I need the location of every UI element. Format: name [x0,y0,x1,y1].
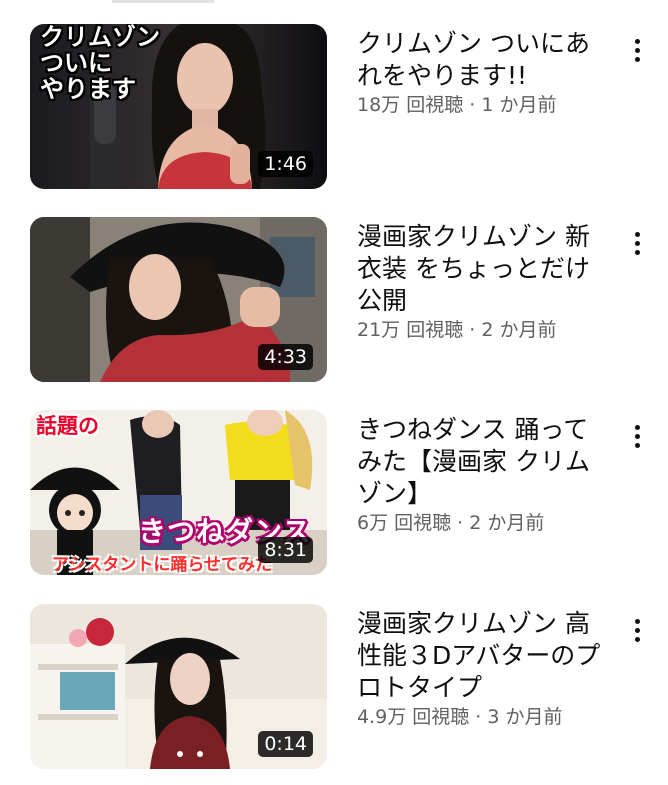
video-meta-3: 6万 回視聴 · 2 か月前 [357,512,545,534]
duration-badge-2: 4:33 [258,344,313,370]
video-meta-4: 4.9万 回視聴 · 3 か月前 [357,706,563,728]
more-vert-icon[interactable] [623,416,651,456]
more-vert-icon[interactable] [623,610,651,650]
video-meta-2: 21万 回視聴 · 2 か月前 [357,319,557,341]
video-info-4: 漫画家クリムゾン 高性能３Dアバターのプロトタイプ 4.9万 回視聴 · 3 か… [357,608,602,730]
video-item-1[interactable]: クリムゾン ついに やります 1:46 クリムゾン ついにあれをやります!! 1… [0,24,668,194]
video-thumbnail-2[interactable]: 4:33 [30,217,327,382]
video-info-1: クリムゾン ついにあれをやります!! 18万 回視聴 · 1 か月前 [357,28,602,118]
video-thumbnail-3[interactable]: 話題の きつねダンス アシスタントに踊らせてみた 8:31 [30,410,327,575]
thumbnail-subtitle-3: アシスタントに踊らせてみた [52,555,272,575]
video-title-3[interactable]: きつねダンス 踊ってみた【漫画家 クリムゾン】 [357,414,602,510]
video-info-2: 漫画家クリムゾン 新衣装 をちょっとだけ公開 21万 回視聴 · 2 か月前 [357,221,602,343]
duration-badge-3: 8:31 [258,537,313,563]
thumbnail-tag-3: 話題の [36,414,99,438]
video-thumbnail-1[interactable]: クリムゾン ついに やります 1:46 [30,24,327,189]
video-title-1[interactable]: クリムゾン ついにあれをやります!! [357,28,602,92]
video-title-2[interactable]: 漫画家クリムゾン 新衣装 をちょっとだけ公開 [357,221,602,317]
video-item-3[interactable]: 話題の きつねダンス アシスタントに踊らせてみた 8:31 きつねダンス 踊って… [0,410,668,580]
more-vert-icon[interactable] [623,223,651,263]
duration-badge-4: 0:14 [258,731,313,757]
video-info-3: きつねダンス 踊ってみた【漫画家 クリムゾン】 6万 回視聴 · 2 か月前 [357,414,602,536]
more-vert-icon[interactable] [623,30,651,70]
thumbnail-caption-1: クリムゾン ついに やります [40,24,160,103]
duration-badge-1: 1:46 [258,151,313,177]
video-item-2[interactable]: 4:33 漫画家クリムゾン 新衣装 をちょっとだけ公開 21万 回視聴 · 2 … [0,217,668,387]
video-title-4[interactable]: 漫画家クリムゾン 高性能３Dアバターのプロトタイプ [357,608,602,704]
video-meta-1: 18万 回視聴 · 1 か月前 [357,94,557,116]
video-item-4[interactable]: 0:14 漫画家クリムゾン 高性能３Dアバターのプロトタイプ 4.9万 回視聴 … [0,604,668,774]
video-list: クリムゾン ついに やります 1:46 クリムゾン ついにあれをやります!! 1… [0,0,668,785]
video-thumbnail-4[interactable]: 0:14 [30,604,327,769]
